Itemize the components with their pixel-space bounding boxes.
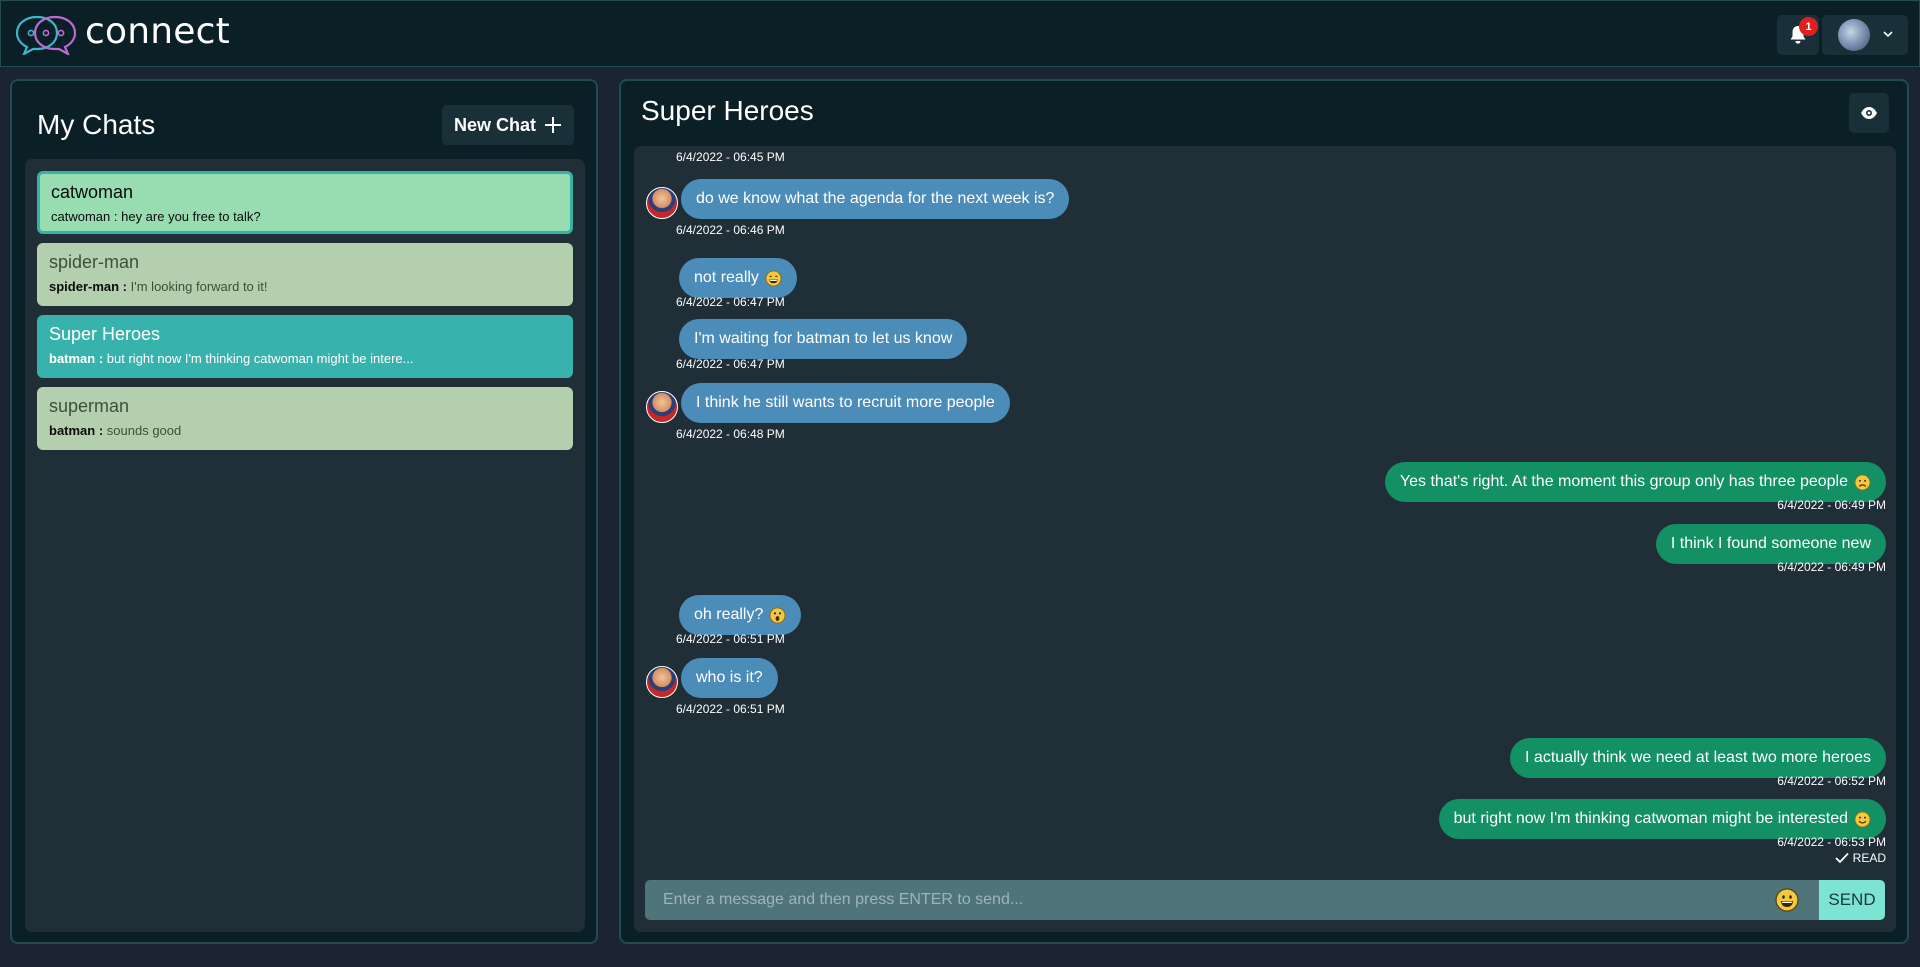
chat-preview-text: sounds good <box>106 423 182 438</box>
message-bubble: I think I found someone new <box>1655 524 1886 564</box>
top-navbar: connect 1 <box>0 0 1920 67</box>
chat-preview: batman : but right now I'm thinking catw… <box>49 351 561 366</box>
chat-name: superman <box>49 396 130 416</box>
message-timestamp: 6/4/2022 - 06:49 PM <box>1777 560 1886 574</box>
eye-icon <box>1861 107 1877 119</box>
chat-item-super-heroes[interactable]: Super Heroes batman : but right now I'm … <box>37 315 573 378</box>
message-composer: SEND <box>645 880 1885 920</box>
message-timestamp: 6/4/2022 - 06:46 PM <box>676 223 785 237</box>
chat-name: Super Heroes <box>49 324 161 344</box>
message-timestamp: 6/4/2022 - 06:49 PM <box>1777 498 1886 512</box>
sad-emoji-icon <box>1854 473 1871 491</box>
message-text: who is it? <box>696 669 763 686</box>
avatar <box>646 666 678 698</box>
chat-preview: spider-man : I'm looking forward to it! <box>49 279 561 294</box>
chat-preview-sender: batman : <box>49 351 104 366</box>
send-button[interactable]: SEND <box>1819 880 1885 920</box>
message-text: I think he still wants to recruit more p… <box>696 394 995 411</box>
profile-menu-button[interactable] <box>1822 15 1908 55</box>
chat-preview-sender: batman : <box>49 423 104 438</box>
chat-preview-text: but right now I'm thinking catwoman migh… <box>106 351 414 366</box>
message-timestamp: 6/4/2022 - 06:52 PM <box>1777 774 1886 788</box>
my-chats-title: My Chats <box>37 109 156 140</box>
messages-area[interactable]: 6/4/2022 - 06:45 PM do we know what the … <box>634 146 1896 932</box>
new-chat-label: New Chat <box>453 114 536 135</box>
chat-preview-text: hey are you free to talk? <box>121 209 261 224</box>
message-bubble: Yes that's right. At the moment this gro… <box>1384 462 1886 502</box>
check-icon <box>1835 852 1849 864</box>
conversation-title: Super Heroes <box>641 95 814 126</box>
grinning-emoji-icon <box>765 269 782 287</box>
message-timestamp: 6/4/2022 - 06:47 PM <box>676 357 785 371</box>
chat-item-catwoman[interactable]: catwoman catwoman : hey are you free to … <box>37 171 573 234</box>
notification-badge: 1 <box>1799 17 1818 36</box>
message-timestamp: 6/4/2022 - 06:53 PM <box>1777 835 1886 849</box>
message-text: I actually think we need at least two mo… <box>1525 749 1871 766</box>
chat-item-superman[interactable]: superman batman : sounds good <box>37 387 573 450</box>
message-bubble: do we know what the agenda for the next … <box>681 179 1070 219</box>
message-timestamp: 6/4/2022 - 06:45 PM <box>676 150 785 164</box>
message-timestamp: 6/4/2022 - 06:48 PM <box>676 427 785 441</box>
chat-item-spider-man[interactable]: spider-man spider-man : I'm looking forw… <box>37 243 573 306</box>
message-timestamp: 6/4/2022 - 06:47 PM <box>676 295 785 309</box>
chat-name: catwoman <box>51 182 134 202</box>
message-text: I think I found someone new <box>1670 535 1871 552</box>
view-group-button[interactable] <box>1849 93 1889 133</box>
smile-emoji-icon <box>1854 810 1871 828</box>
chat-preview: batman : sounds good <box>49 423 561 438</box>
read-receipt: READ <box>1835 851 1886 865</box>
plus-icon <box>545 117 561 133</box>
message-text: but right now I'm thinking catwoman migh… <box>1453 810 1848 827</box>
notifications-button[interactable]: 1 <box>1777 15 1819 55</box>
emoji-picker-icon[interactable] <box>1775 888 1799 912</box>
avatar <box>646 187 678 219</box>
app-title: connect <box>85 11 230 52</box>
read-label: READ <box>1852 851 1886 865</box>
chat-list: catwoman catwoman : hey are you free to … <box>25 159 585 932</box>
message-text: I'm waiting for batman to let us know <box>694 330 953 347</box>
chat-preview-sender: catwoman : <box>51 209 118 224</box>
conversation-panel: Super Heroes 6/4/2022 - 06:45 PM do we k… <box>619 79 1909 944</box>
message-text: Yes that's right. At the moment this gro… <box>1399 473 1848 490</box>
message-timestamp: 6/4/2022 - 06:51 PM <box>676 702 785 716</box>
new-chat-button[interactable]: New Chat <box>442 105 574 145</box>
my-chats-panel: My Chats New Chat catwoman catwoman : he… <box>10 79 598 944</box>
message-timestamp: 6/4/2022 - 06:51 PM <box>676 632 785 646</box>
surprised-emoji-icon <box>769 606 786 624</box>
message-bubble: I think he still wants to recruit more p… <box>681 383 1010 423</box>
message-input[interactable] <box>645 880 1819 920</box>
message-text: oh really? <box>694 606 764 623</box>
chat-preview-text: I'm looking forward to it! <box>130 279 268 294</box>
message-text: do we know what the agenda for the next … <box>696 190 1055 207</box>
message-bubble: I'm waiting for batman to let us know <box>679 319 968 359</box>
chevron-down-icon <box>1883 31 1893 38</box>
avatar <box>646 391 678 423</box>
message-bubble: I actually think we need at least two mo… <box>1510 738 1886 778</box>
chat-preview-sender: spider-man : <box>49 279 128 294</box>
message-bubble: but right now I'm thinking catwoman migh… <box>1438 799 1886 839</box>
chat-preview: catwoman : hey are you free to talk? <box>51 209 559 224</box>
avatar <box>1838 19 1870 51</box>
message-bubble: not really <box>679 258 797 298</box>
message-text: not really <box>694 269 759 286</box>
message-bubble: who is it? <box>681 658 778 698</box>
message-bubble: oh really? <box>679 595 802 635</box>
chat-name: spider-man <box>49 252 140 272</box>
logo-icon <box>15 15 77 55</box>
